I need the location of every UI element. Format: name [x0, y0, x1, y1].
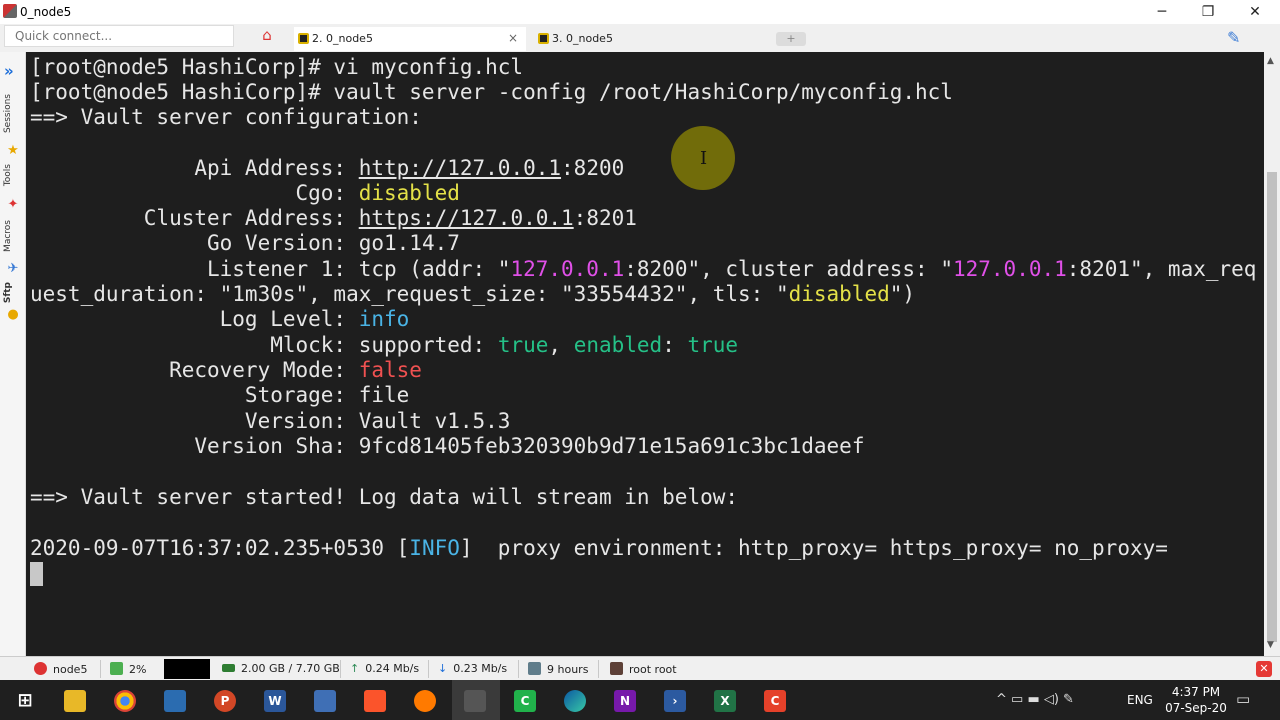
system-clock[interactable]: 4:37 PM 07-Sep-20: [1160, 684, 1232, 716]
tab-session-2[interactable]: 2. 0_node5 ×: [294, 27, 526, 51]
star-icon: ★: [7, 143, 19, 158]
system-tray[interactable]: ^ ▭ ▬ ◁) ✎: [996, 692, 1074, 707]
terminal-output[interactable]: [root@node5 HashiCorp]# vi myconfig.hcl …: [26, 52, 1264, 656]
terminal-line-sha: Version Sha: 9fcd81405feb320390b9d71e15a…: [30, 434, 865, 458]
terminal-line-log: 2020-09-07T16:37:02.235+0530 [INFO] prox…: [30, 536, 1168, 560]
terminal-cursor: [30, 562, 43, 586]
camtasia-recorder-icon[interactable]: C: [514, 690, 536, 712]
chrome-icon[interactable]: [114, 690, 136, 712]
terminal-line-log-level: Log Level: info: [30, 307, 410, 331]
status-host: node5: [34, 662, 87, 676]
memory-icon: [222, 664, 235, 672]
tab-label: 2. 0_node5: [312, 32, 373, 45]
camtasia-icon[interactable]: C: [764, 690, 786, 712]
scroll-down-icon[interactable]: ▼: [1267, 640, 1274, 650]
tools-icon: ✦: [7, 197, 19, 212]
new-tab-button[interactable]: +: [776, 32, 806, 46]
window-title: 0_node5: [20, 5, 72, 19]
tab-session-3[interactable]: 3. 0_node5: [534, 27, 768, 51]
terminal-line-listener-wrap: uest_duration: "1m30s", max_request_size…: [30, 282, 916, 306]
input-language[interactable]: ENG: [1127, 693, 1153, 707]
terminal-icon: [538, 33, 549, 44]
session-tab-bar: ⌂ 2. 0_node5 × 3. 0_node5 + ✎: [0, 24, 1280, 52]
windows-start-icon[interactable]: ⊞: [14, 690, 36, 712]
file-explorer-icon[interactable]: [64, 690, 86, 712]
terminal-line-mlock: Mlock: supported: true, enabled: true: [30, 333, 739, 357]
cpu-icon: [110, 662, 123, 675]
tab-label: 3. 0_node5: [552, 32, 613, 45]
clock-date: 07-Sep-20: [1165, 701, 1227, 715]
status-uptime: 9 hours: [528, 662, 588, 676]
expand-sidebar-icon[interactable]: »: [4, 62, 14, 80]
status-cpu: 2%: [110, 662, 146, 676]
minimize-button[interactable]: ─: [1150, 2, 1174, 22]
terminal-line-api: Api Address: http://127.0.0.1:8200: [30, 156, 625, 180]
sidebar-tab-macros[interactable]: Macros: [3, 220, 13, 252]
terminal-line-version: Version: Vault v1.5.3: [30, 409, 511, 433]
error-icon[interactable]: ✕: [1256, 661, 1272, 677]
terminal-line: [root@node5 HashiCorp]# vi myconfig.hcl: [30, 55, 524, 79]
user-icon: [610, 662, 623, 675]
firefox-icon[interactable]: [414, 690, 436, 712]
status-bar: node5 2% 2.00 GB / 7.70 GB ↑ 0.24 Mb/s ↓ 0…: [0, 656, 1280, 680]
window-title-bar: 0_node5 ─ ❐ ✕: [0, 0, 1280, 24]
left-sidebar: » Sessions ★ Tools ✦ Macros ✈ Sftp ●: [0, 52, 26, 656]
status-memory: 2.00 GB / 7.70 GB: [222, 662, 340, 675]
status-upload: ↑ 0.24 Mb/s: [350, 662, 420, 675]
brave-icon[interactable]: [364, 690, 386, 712]
clock-time: 4:37 PM: [1171, 685, 1221, 699]
text-cursor-icon: I: [700, 148, 708, 169]
scroll-up-icon[interactable]: ▲: [1267, 56, 1274, 66]
close-button[interactable]: ✕: [1243, 2, 1267, 22]
tab-close-icon[interactable]: ×: [508, 31, 518, 45]
quick-connect-input[interactable]: [4, 25, 234, 47]
macro-icon: ✈: [7, 261, 19, 276]
terminal-line-listener: Listener 1: tcp (addr: "127.0.0.1:8200",…: [30, 257, 1257, 281]
status-download: ↓ 0.23 Mb/s: [438, 662, 508, 675]
terminal-scrollbar[interactable]: ▲ ▼: [1264, 52, 1280, 656]
download-icon: ↓: [438, 662, 448, 675]
terminal-line-cluster: Cluster Address: https://127.0.0.1:8201: [30, 206, 637, 230]
scrollbar-thumb[interactable]: [1267, 172, 1277, 642]
cpu-graph: [164, 659, 210, 679]
terminal-line: ==> Vault server configuration:: [30, 105, 422, 129]
sidebar-tab-tools[interactable]: Tools: [3, 164, 13, 186]
maximize-button[interactable]: ❐: [1196, 2, 1220, 22]
mobaxterm-icon[interactable]: [464, 690, 486, 712]
terminal-line-go: Go Version: go1.14.7: [30, 231, 460, 255]
sftp-icon: ●: [7, 307, 19, 322]
home-icon[interactable]: ⌂: [254, 26, 280, 48]
clip-icon[interactable]: ✎: [1227, 28, 1240, 47]
excel-icon[interactable]: X: [714, 690, 736, 712]
terminal-line: [root@node5 HashiCorp]# vault server -co…: [30, 80, 953, 104]
monitor-icon: [528, 662, 541, 675]
network-icon[interactable]: [314, 690, 336, 712]
sidebar-tab-sessions[interactable]: Sessions: [3, 94, 13, 133]
powerpoint-icon[interactable]: P: [214, 690, 236, 712]
edge-icon[interactable]: [564, 690, 586, 712]
terminal-line-recovery: Recovery Mode: false: [30, 358, 422, 382]
terminal-icon: [298, 33, 309, 44]
remote-desktop-icon[interactable]: [164, 690, 186, 712]
powershell-icon[interactable]: ›: [664, 690, 686, 712]
terminal-line-started: ==> Vault server started! Log data will …: [30, 485, 739, 509]
upload-icon: ↑: [350, 662, 360, 675]
word-icon[interactable]: W: [264, 690, 286, 712]
windows-taskbar: ⊞ P W C N › X C ^ ▭ ▬ ◁) ✎ ENG 4:37 PM 0…: [0, 680, 1280, 720]
sidebar-tab-sftp[interactable]: Sftp: [3, 282, 13, 303]
onenote-icon[interactable]: N: [614, 690, 636, 712]
linux-icon: [34, 662, 47, 675]
mobaxterm-app-icon: [3, 4, 17, 18]
notification-icon[interactable]: ▭: [1236, 690, 1250, 708]
status-user: root root: [610, 662, 677, 676]
terminal-line-storage: Storage: file: [30, 383, 410, 407]
terminal-line-cgo: Cgo: disabled: [30, 181, 460, 205]
